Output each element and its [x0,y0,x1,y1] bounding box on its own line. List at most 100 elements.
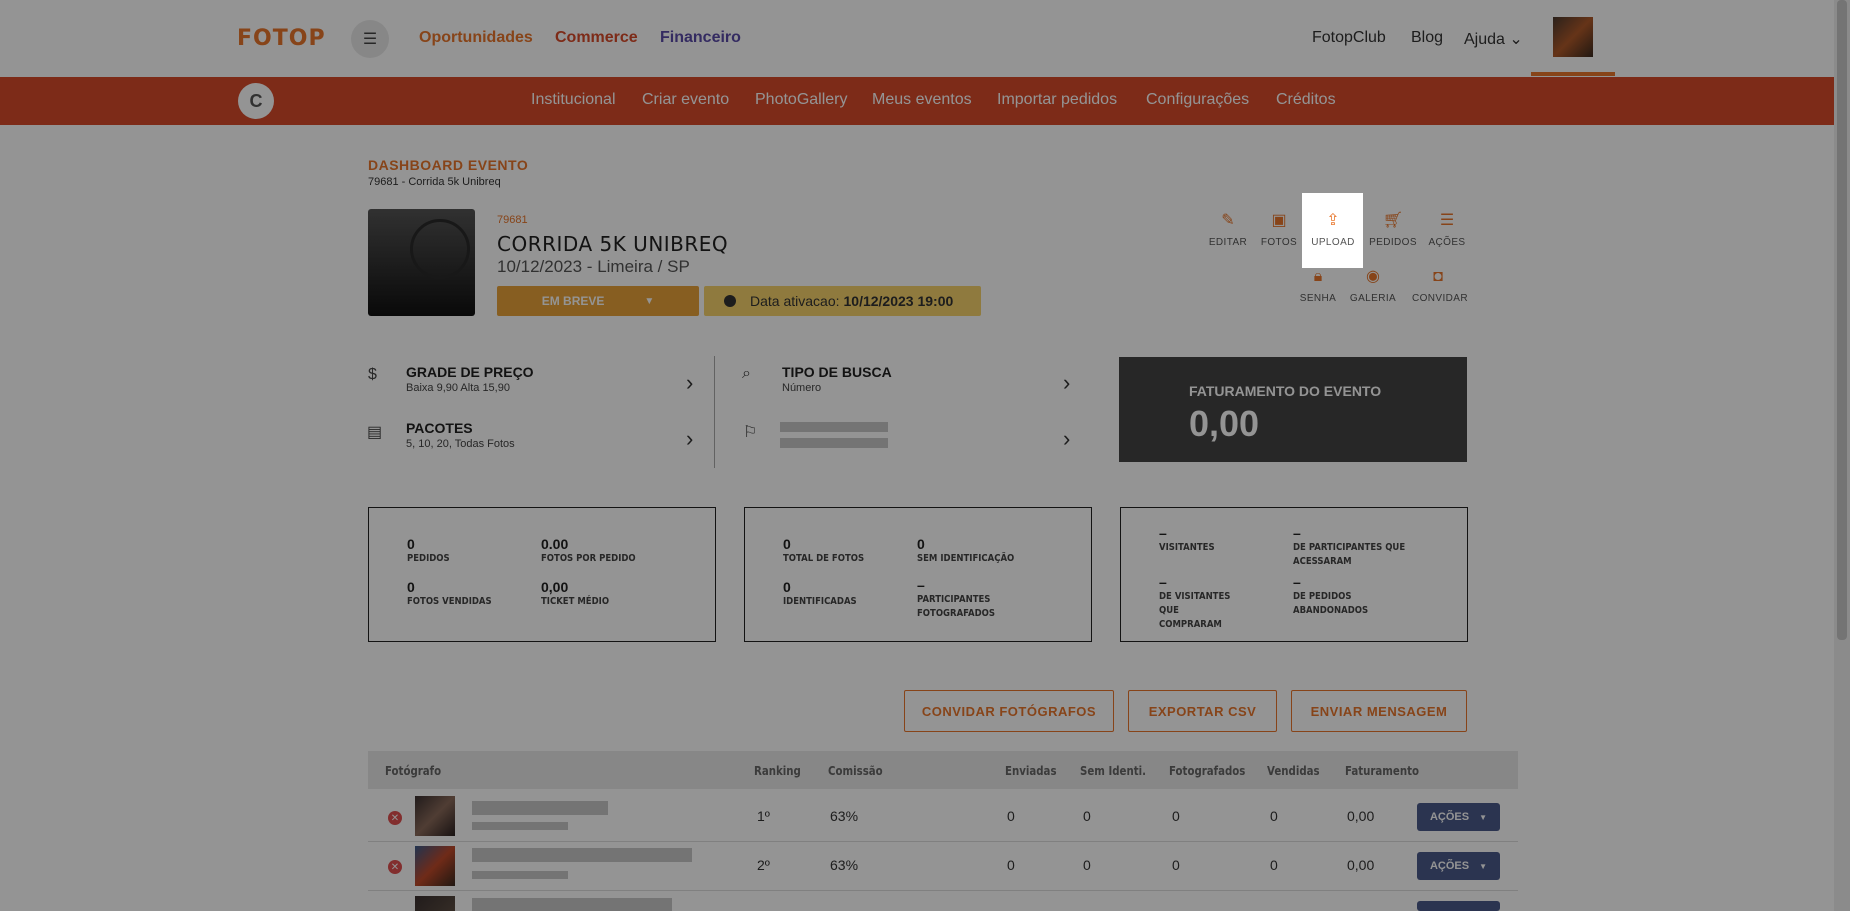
stat-label: DE VISITANTES QUE COMPRARAM [1159,591,1231,630]
action-upload[interactable]: ⇪ UPLOAD [1307,210,1359,248]
vertical-divider [714,356,715,468]
stat-label: FOTOS VENDIDAS [407,596,492,607]
nav-ajuda[interactable]: Ajuda ⌄ [1464,29,1523,49]
invite-photographers-button[interactable]: CONVIDAR FOTÓGRAFOS [904,690,1114,732]
search-type-sub: Número [782,382,822,394]
row-actions-label: AÇÕES [1429,811,1470,823]
price-grid-sub: Baixa 9,90 Alta 15,90 [406,382,510,394]
price-grid-chevron-icon[interactable]: › [686,370,693,396]
row-unidentified: 0 [1083,808,1091,824]
account-avatar[interactable]: C [238,83,274,119]
action-label: AÇÕES [1428,237,1466,248]
search-type-chevron-icon[interactable]: › [1063,370,1070,396]
redacted-name [472,801,608,815]
redacted-sub [780,438,888,448]
event-name: CORRIDA 5K UNIBREQ [497,232,729,256]
nav-blog[interactable]: Blog [1411,29,1443,47]
send-message-button[interactable]: ENVIAR MENSAGEM [1291,690,1467,732]
subnav-meus-eventos[interactable]: Meus eventos [872,91,972,109]
row-sold: 0 [1270,857,1278,873]
row-divider [368,890,1518,891]
row-revenue: 0,00 [1347,857,1375,873]
row-ranking: 2º [757,857,770,873]
action-label: PEDIDOS [1369,237,1417,248]
event-subnav: C Institucional Criar evento PhotoGaller… [0,77,1834,125]
action-label: FOTOS [1260,237,1298,248]
revenue-title: FATURAMENTO DO EVENTO [1189,383,1382,399]
row-sold: 0 [1270,808,1278,824]
flag-icon: ⚐ [743,424,758,441]
subnav-configuracoes[interactable]: Configurações [1146,91,1249,109]
stat-item: – PARTICIPANTES FOTOGRAFADOS [917,577,1067,621]
packages-chevron-icon[interactable]: › [686,426,693,452]
activation-label: Data ativacao: [750,293,840,309]
row-sent: 0 [1007,857,1015,873]
row-actions-button[interactable]: AÇÕES ▼ [1417,803,1500,831]
stat-value: – [1293,525,1301,541]
caret-down-icon: ▼ [1479,812,1488,822]
action-senha[interactable]: 🔒︎ SENHA [1292,266,1344,304]
stat-item: 0.00 FOTOS POR PEDIDO [541,536,691,566]
stat-label: IDENTIFICADAS [783,596,857,607]
camera-icon: ◘ [1433,268,1443,285]
subnav-importar-pedidos[interactable]: Importar pedidos [997,91,1117,109]
action-galeria[interactable]: ◉ GALERIA [1347,266,1399,304]
stat-label: TOTAL DE FOTOS [783,553,865,564]
col-comissao: Comissão [828,764,883,778]
stat-item: 0,00 TICKET MÉDIO [541,579,691,609]
status-dropdown[interactable]: EM BREVE ▼ [497,286,699,316]
nav-commerce[interactable]: Commerce [555,29,638,47]
subnav-creditos[interactable]: Créditos [1276,91,1336,109]
stat-label: DE PARTICIPANTES QUE ACESSARAM [1293,542,1406,567]
row-revenue: 0,00 [1347,808,1375,824]
subnav-institucional[interactable]: Institucional [531,91,616,109]
row-actions-button[interactable]: AÇÕES ▼ [1417,852,1500,880]
stat-item: 0 TOTAL DE FOTOS [783,536,933,566]
user-avatar[interactable] [1553,17,1593,57]
stat-item: – DE PARTICIPANTES QUE ACESSARAM [1293,525,1433,569]
stat-item: – DE PEDIDOS ABANDONADOS [1293,574,1443,618]
row-actions-button[interactable] [1417,901,1500,911]
stat-value: 0 [407,579,415,595]
status-label: EM BREVE [541,294,605,308]
photos-stats-box: 0 TOTAL DE FOTOS 0 SEM IDENTIFICAÇÃO 0 IDEN… [744,507,1092,642]
stat-item: 0 SEM IDENTIFICAÇÃO [917,536,1067,566]
scrollbar-thumb[interactable] [1837,0,1847,640]
subnav-criar-evento[interactable]: Criar evento [642,91,729,109]
nav-fotopclub[interactable]: FotopClub [1312,29,1386,47]
nav-financeiro[interactable]: Financeiro [660,29,741,47]
search-type-title: TIPO DE BUSCA [782,364,892,380]
col-ranking: Ranking [754,764,801,778]
row-ranking: 1º [757,808,770,824]
active-indicator [1531,72,1615,76]
fotop-logo[interactable]: FOTOP [237,26,326,51]
stat-item: 0 PEDIDOS [407,536,557,566]
nav-oportunidades[interactable]: Oportunidades [419,29,533,47]
price-grid-title: GRADE DE PREÇO [406,364,534,380]
action-pedidos[interactable]: 🛒︎ PEDIDOS [1367,210,1419,248]
stat-value: – [1293,574,1301,590]
activation-value: 10/12/2023 19:00 [843,293,954,309]
row-commission: 63% [830,857,859,873]
stat-value: 0 [783,536,791,552]
clock-icon [724,295,736,307]
hamburger-icon[interactable]: ☰ [351,20,389,58]
action-acoes[interactable]: ☰ AÇÕES [1421,210,1473,248]
action-label: CONVIDAR [1412,293,1468,304]
remove-photographer-icon[interactable]: ✕ [388,860,402,874]
action-editar[interactable]: ✎ EDITAR [1202,210,1254,248]
revenue-value: 0,00 [1189,403,1260,444]
flag-chevron-icon[interactable]: › [1063,426,1070,452]
stat-label: DE PEDIDOS ABANDONADOS [1293,591,1369,616]
redacted-name [472,898,672,911]
cart-icon: 🛒︎ [1382,212,1404,229]
subnav-photogallery[interactable]: PhotoGallery [755,91,848,109]
action-convidar[interactable]: ◘ CONVIDAR [1412,266,1468,304]
stat-value: 0 [407,536,415,552]
export-csv-button[interactable]: EXPORTAR CSV [1128,690,1277,732]
redacted-email [472,871,568,879]
remove-photographer-icon[interactable]: ✕ [388,811,402,825]
action-fotos[interactable]: ▣ FOTOS [1253,210,1305,248]
col-fotografados: Fotografados [1169,764,1246,778]
action-label: SENHA [1299,293,1337,304]
